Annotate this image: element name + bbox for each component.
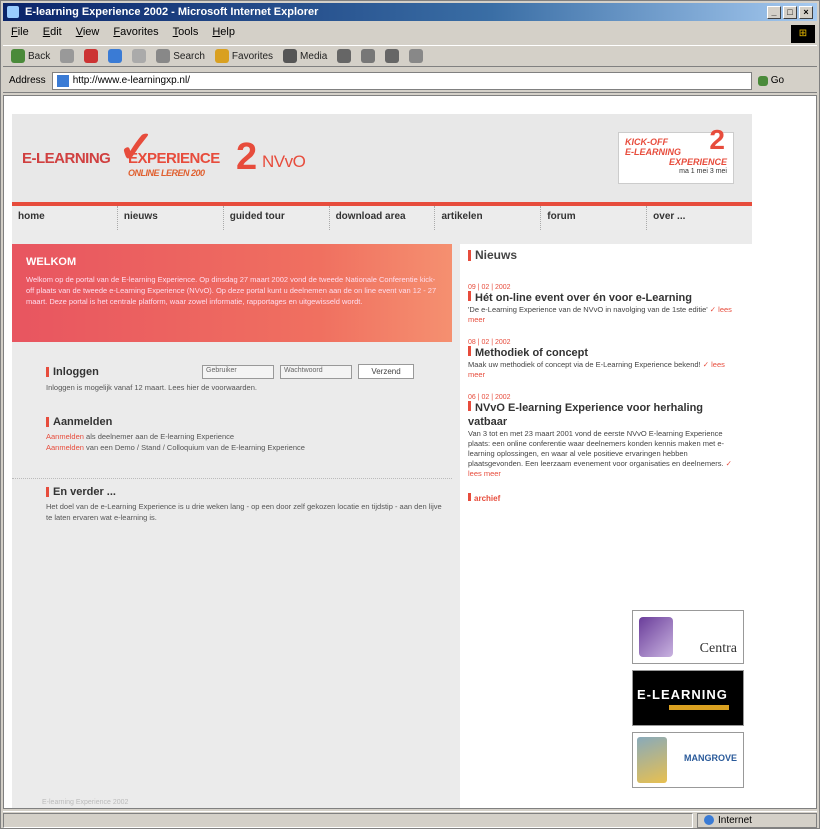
- windows-logo-icon: ⊞: [791, 25, 815, 43]
- history-icon: [337, 49, 352, 63]
- site-logo[interactable]: E-LEARNING ✓ EXPERIENCE ONLINE LEREN 200…: [22, 123, 306, 178]
- menu-edit[interactable]: Edit: [43, 26, 62, 40]
- globe-icon: [704, 815, 714, 825]
- mangrove-logo-icon: [637, 737, 667, 783]
- check-icon: ✓: [118, 123, 155, 172]
- further-text: Het doel van de e-Learning Experience is…: [46, 502, 442, 522]
- footnote: E-learning Experience 2002: [42, 799, 129, 806]
- menu-bar: File Edit View Favorites Tools Help: [3, 23, 763, 43]
- status-bar: Internet: [3, 811, 817, 828]
- ie-icon: [7, 6, 19, 18]
- further-title: En verder ...: [46, 486, 446, 498]
- close-button[interactable]: ×: [799, 6, 813, 19]
- refresh-button[interactable]: [108, 49, 123, 63]
- mail-button[interactable]: [361, 49, 376, 63]
- page-icon: [56, 74, 69, 87]
- menu-favorites[interactable]: Favorites: [113, 26, 158, 40]
- login-note[interactable]: Inloggen is mogelijk vanaf 12 maart. Lee…: [46, 382, 446, 393]
- site-nav: home nieuws guided tour download area ar…: [12, 202, 752, 230]
- welcome-panel: WELKOM Welkom op de portal van de E-lear…: [12, 244, 452, 342]
- search-icon: [156, 49, 171, 63]
- password-input[interactable]: Wachtwoord: [280, 364, 352, 379]
- register-title: Aanmelden: [46, 416, 446, 428]
- nav-over[interactable]: over ...: [646, 206, 752, 230]
- login-submit-button[interactable]: Verzend: [358, 364, 414, 379]
- news-item: 09 | 02 | 2002 Hét on-line event over én…: [468, 284, 744, 325]
- mail-icon: [361, 49, 376, 63]
- centra-logo-icon: [639, 617, 673, 657]
- register-section: Aanmelden Aanmelden als deelnemer aan de…: [46, 416, 446, 453]
- login-section: Inloggen Gebruiker Wachtwoord Verzend In…: [46, 364, 446, 393]
- window-title: E-learning Experience 2002 - Microsoft I…: [25, 6, 319, 18]
- nav-guided-tour[interactable]: guided tour: [222, 206, 329, 230]
- go-icon: [757, 75, 768, 86]
- site: E-LEARNING ✓ EXPERIENCE ONLINE LEREN 200…: [12, 114, 752, 808]
- forward-icon: [60, 49, 75, 63]
- main-column: WELKOM Welkom op de portal van de E-lear…: [12, 244, 452, 808]
- maximize-button[interactable]: □: [783, 6, 797, 19]
- browser-window: E-learning Experience 2002 - Microsoft I…: [0, 0, 820, 829]
- print-icon: [385, 49, 400, 63]
- print-button[interactable]: [385, 49, 400, 63]
- toolbar: Back Search Favorites Media: [3, 45, 817, 67]
- news-title: Nieuws: [468, 248, 744, 262]
- favorites-button[interactable]: Favorites: [214, 49, 273, 63]
- news-item-title[interactable]: Methodiek of concept: [468, 346, 744, 360]
- zone-indicator: Internet: [697, 812, 817, 828]
- sponsor-elearning[interactable]: E-LEARNING: [632, 670, 744, 726]
- menu-help[interactable]: Help: [212, 26, 235, 40]
- stop-button[interactable]: [84, 49, 99, 63]
- nav-nieuws[interactable]: nieuws: [116, 206, 223, 230]
- username-input[interactable]: Gebruiker: [202, 364, 274, 379]
- news-item-title[interactable]: NVvO E-learning Experience voor herhalin…: [468, 401, 744, 429]
- nav-artikelen[interactable]: artikelen: [434, 206, 540, 230]
- nav-forum[interactable]: forum: [540, 206, 646, 230]
- news-item: 06 | 02 | 2002 NVvO E-learning Experienc…: [468, 394, 744, 479]
- title-bar: E-learning Experience 2002 - Microsoft I…: [3, 3, 817, 21]
- register-link-participant[interactable]: Aanmelden: [46, 432, 84, 441]
- search-button[interactable]: Search: [156, 49, 205, 63]
- minimize-button[interactable]: _: [767, 6, 781, 19]
- news-item: 08 | 02 | 2002 Methodiek of concept Maak…: [468, 339, 744, 380]
- back-icon: [11, 49, 25, 63]
- favorites-icon: [214, 49, 229, 63]
- history-button[interactable]: [337, 49, 352, 63]
- divider: [12, 478, 452, 479]
- site-header: E-LEARNING ✓ EXPERIENCE ONLINE LEREN 200…: [12, 114, 752, 202]
- archive-link[interactable]: archief: [468, 493, 744, 503]
- menu-view[interactable]: View: [76, 26, 100, 40]
- status-text: [3, 812, 693, 828]
- forward-button[interactable]: [60, 49, 75, 63]
- edit-button[interactable]: [409, 49, 424, 63]
- sponsor-mangrove[interactable]: MANGROVE: [632, 732, 744, 788]
- menu-tools[interactable]: Tools: [173, 26, 199, 40]
- address-bar: Address http://www.e-learningxp.nl/ Go: [3, 69, 817, 93]
- kickoff-badge[interactable]: KICK-OFF E-LEARNING EXPERIENCE ma 1 mei …: [618, 126, 734, 184]
- page-viewport: E-LEARNING ✓ EXPERIENCE ONLINE LEREN 200…: [3, 95, 817, 809]
- further-section: En verder ... Het doel van de e-Learning…: [46, 486, 446, 523]
- address-label: Address: [9, 75, 46, 86]
- go-button[interactable]: Go: [757, 75, 784, 86]
- news-item-title[interactable]: Hét on-line event over én voor e-Learnin…: [468, 291, 744, 305]
- edit-icon: [409, 49, 424, 63]
- back-button[interactable]: Back: [11, 49, 50, 63]
- login-title: Inloggen: [46, 366, 196, 378]
- welcome-title: WELKOM: [26, 256, 77, 268]
- home-icon: [132, 49, 147, 63]
- media-icon: [283, 49, 298, 63]
- address-input[interactable]: http://www.e-learningxp.nl/: [51, 71, 752, 90]
- stop-icon: [84, 49, 99, 63]
- home-button[interactable]: [132, 49, 147, 63]
- address-url: http://www.e-learningxp.nl/: [72, 75, 190, 86]
- nav-home[interactable]: home: [12, 206, 117, 230]
- nav-download-area[interactable]: download area: [328, 206, 435, 230]
- media-button[interactable]: Media: [283, 49, 327, 63]
- welcome-text: Welkom op de portal van de E-learning Ex…: [26, 275, 437, 306]
- menu-file[interactable]: File: [11, 26, 29, 40]
- register-link-demo[interactable]: Aanmelden: [46, 443, 84, 452]
- refresh-icon: [108, 49, 123, 63]
- sponsor-centra[interactable]: Centra: [632, 610, 744, 664]
- underline-bar: [669, 705, 729, 710]
